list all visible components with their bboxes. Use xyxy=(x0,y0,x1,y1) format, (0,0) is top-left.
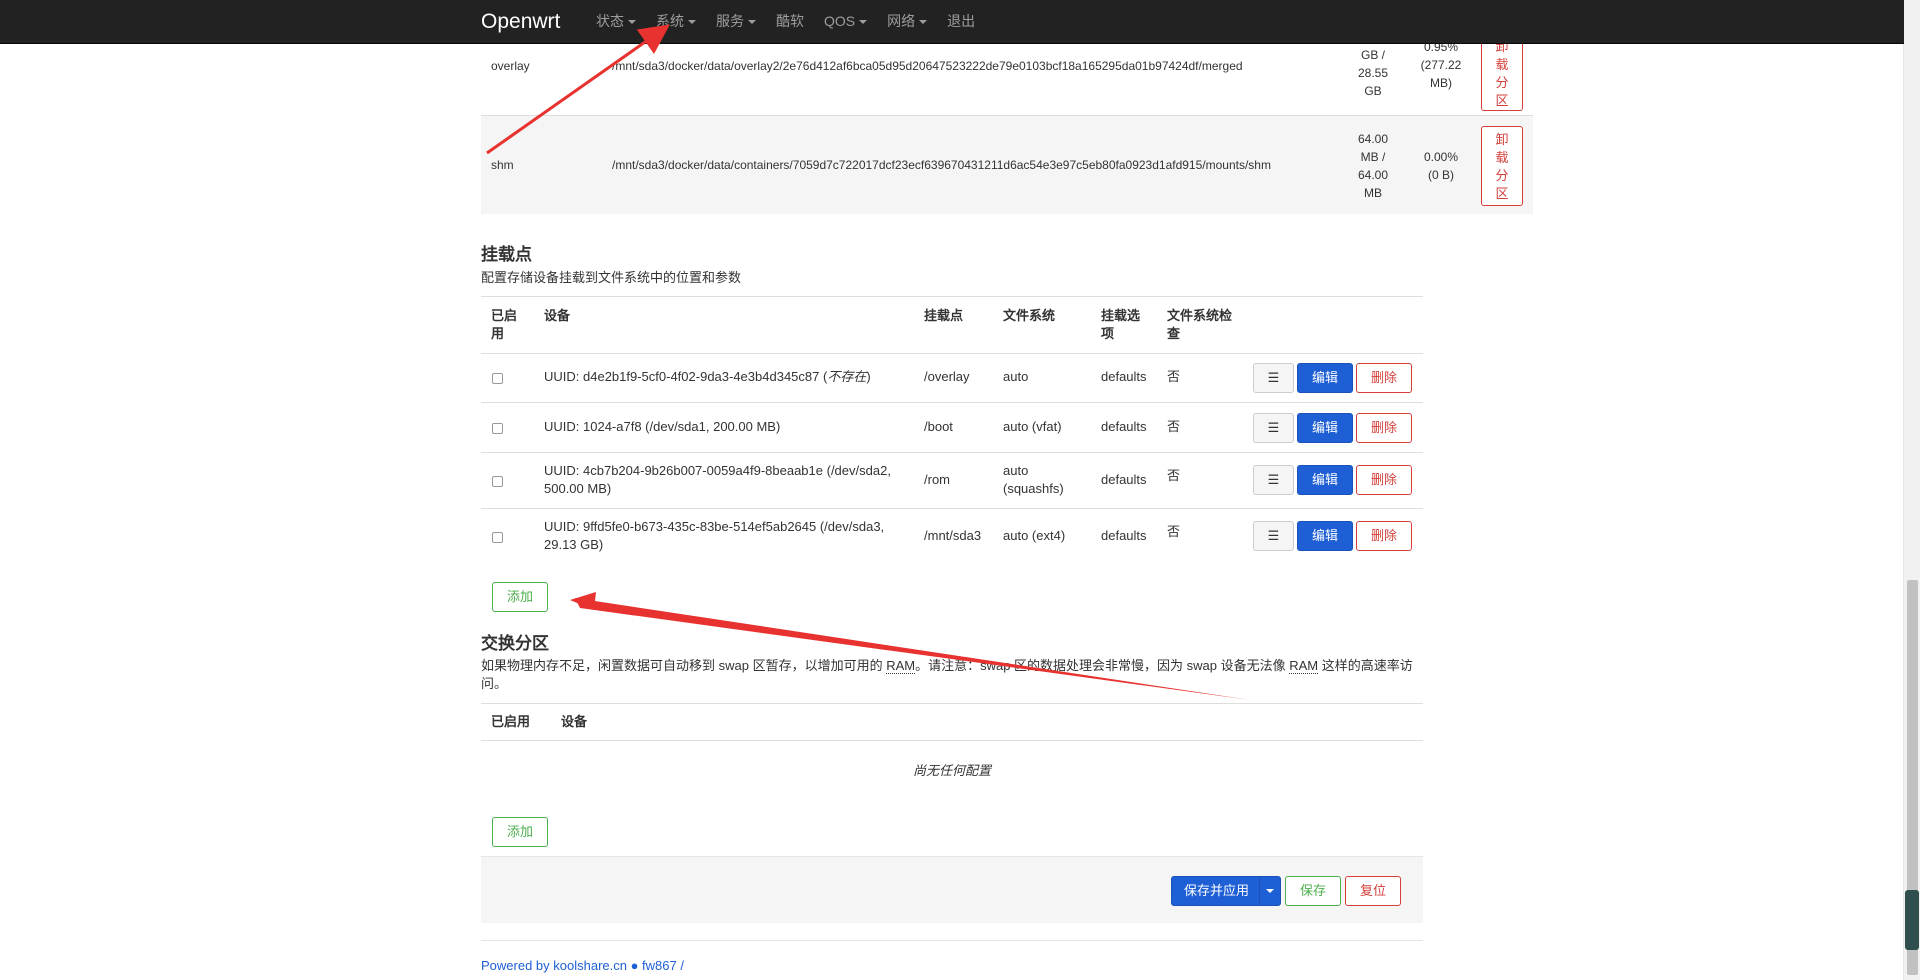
chevron-down-icon xyxy=(688,20,696,25)
enabled-checkbox[interactable] xyxy=(492,423,503,434)
top-navbar: Openwrt 状态 系统 服务 酷软 QOS 网络 退出 xyxy=(0,0,1904,44)
delete-button[interactable]: 删除 xyxy=(1356,363,1412,393)
fsck-cell: 否 xyxy=(1167,369,1181,384)
enabled-checkbox[interactable] xyxy=(492,476,503,487)
unmount-button[interactable]: 卸载分区 xyxy=(1481,126,1523,206)
drag-menu-button[interactable]: ☰ xyxy=(1253,413,1294,443)
header-device: 设备 xyxy=(561,714,588,729)
table-row: UUID: 4cb7b204-9b26b007-0059a4f9-8beaab1… xyxy=(481,453,1423,509)
add-mount-button[interactable]: 添加 xyxy=(492,582,548,612)
form-actions: 保存并应用 保存 复位 xyxy=(481,856,1423,923)
chevron-down-icon xyxy=(919,20,928,25)
edit-button[interactable]: 编辑 xyxy=(1297,465,1353,495)
nav-item-qos[interactable]: QOS xyxy=(814,0,877,43)
fsck-cell: 否 xyxy=(1167,419,1181,434)
divider xyxy=(481,940,1423,941)
empty-placeholder: 尚无任何配置 xyxy=(912,763,991,778)
drag-menu-button[interactable]: ☰ xyxy=(1253,363,1294,393)
options-cell: defaults xyxy=(1101,369,1147,384)
header-enabled: 已启用 xyxy=(491,308,518,341)
save-button[interactable]: 保存 xyxy=(1285,876,1341,906)
unmount-button[interactable]: 卸载分区 xyxy=(1481,33,1523,111)
disk-name: overlay xyxy=(491,59,530,73)
table-row: UUID: 9ffd5fe0-b673-435c-83be-514ef5ab26… xyxy=(481,509,1423,564)
section-title-mount-points: 挂载点 xyxy=(481,245,532,264)
header-filesystem: 文件系统 xyxy=(1003,308,1056,323)
disk-mount-path: /mnt/sda3/docker/data/overlay2/2e76d412a… xyxy=(612,59,1243,73)
drag-menu-button[interactable]: ☰ xyxy=(1253,465,1294,495)
nav-item-services[interactable]: 服务 xyxy=(706,0,766,43)
options-cell: defaults xyxy=(1101,419,1147,434)
chevron-down-icon[interactable] xyxy=(1259,877,1280,905)
disk-size: GB /28.55 GB xyxy=(1357,48,1389,98)
device-cell: UUID: 4cb7b204-9b26b007-0059a4f9-8beaab1… xyxy=(544,463,891,496)
filesystem-cell: auto (ext4) xyxy=(1003,528,1066,543)
chevron-down-icon xyxy=(748,20,756,25)
filesystem-cell: auto (vfat) xyxy=(1003,419,1062,434)
mount-table-header: 已启用 设备 挂载点 文件系统 挂载选项 文件系统检查 xyxy=(481,296,1423,354)
enabled-checkbox[interactable] xyxy=(492,532,503,543)
mountpoint-cell: /mnt/sda3 xyxy=(924,528,982,543)
disk-size: 64.00 MB /64.00 MB xyxy=(1357,132,1389,200)
delete-button[interactable]: 删除 xyxy=(1356,521,1412,551)
disk-mount-path: /mnt/sda3/docker/data/containers/7059d7c… xyxy=(612,158,1271,172)
save-apply-button[interactable]: 保存并应用 xyxy=(1171,876,1281,906)
delete-button[interactable]: 删除 xyxy=(1356,465,1412,495)
disk-row-shm: shm /mnt/sda3/docker/data/containers/705… xyxy=(481,116,1533,214)
nav-item-koolsoft[interactable]: 酷软 xyxy=(766,0,814,43)
disk-name: shm xyxy=(491,158,514,172)
disk-usage: 0.00% (0 B) xyxy=(1423,150,1459,182)
header-options: 挂载选项 xyxy=(1101,308,1141,341)
chevron-down-icon xyxy=(628,20,636,25)
nav-item-system[interactable]: 系统 xyxy=(646,0,706,43)
section-description: 如果物理内存不足，闲置数据可自动移到 swap 区暂存，以增加可用的 RAM。请… xyxy=(481,658,1413,691)
disk-usage: 0.95% (277.22 MB) xyxy=(1420,40,1462,90)
add-swap-button[interactable]: 添加 xyxy=(492,817,548,847)
chevron-down-icon xyxy=(859,20,868,25)
filesystem-cell: auto xyxy=(1003,369,1029,384)
drag-menu-button[interactable]: ☰ xyxy=(1253,521,1294,551)
nav-item-network[interactable]: 网络 xyxy=(877,0,937,43)
header-mountpoint: 挂载点 xyxy=(924,308,964,323)
disk-row-overlay: overlay /mnt/sda3/docker/data/overlay2/2… xyxy=(481,33,1533,116)
nav-item-status[interactable]: 状态 xyxy=(586,0,646,43)
table-row: UUID: d4e2b1f9-5cf0-4f02-9da3-4e3b4d345c… xyxy=(481,353,1423,403)
section-description: 配置存储设备挂载到文件系统中的位置和参数 xyxy=(481,270,742,285)
options-cell: defaults xyxy=(1101,528,1147,543)
header-fsck: 文件系统检查 xyxy=(1167,308,1233,341)
reset-button[interactable]: 复位 xyxy=(1345,876,1401,906)
table-row: UUID: 1024-a7f8 (/dev/sda1, 200.00 MB) /… xyxy=(481,403,1423,453)
enabled-checkbox[interactable] xyxy=(492,373,503,384)
mountpoint-cell: /rom xyxy=(924,472,950,487)
header-enabled: 已启用 xyxy=(491,714,531,729)
header-device: 设备 xyxy=(544,308,571,323)
powered-by-link[interactable]: Powered by koolshare.cn ● fw867 / xyxy=(481,958,684,973)
swap-table-header: 已启用 设备 xyxy=(481,703,1423,741)
brand-logo[interactable]: Openwrt xyxy=(481,10,560,34)
delete-button[interactable]: 删除 xyxy=(1356,413,1412,443)
page-scrollbar[interactable] xyxy=(1903,0,1920,980)
mountpoint-cell: /boot xyxy=(924,419,953,434)
edit-button[interactable]: 编辑 xyxy=(1297,363,1353,393)
nav-item-logout[interactable]: 退出 xyxy=(937,0,985,43)
side-widget xyxy=(1905,890,1919,950)
options-cell: defaults xyxy=(1101,472,1147,487)
fsck-cell: 否 xyxy=(1167,468,1181,483)
arrow-head-add xyxy=(570,592,596,610)
edit-button[interactable]: 编辑 xyxy=(1297,521,1353,551)
fsck-cell: 否 xyxy=(1167,524,1181,539)
device-cell: UUID: 1024-a7f8 (/dev/sda1, 200.00 MB) xyxy=(544,419,781,434)
device-cell: UUID: d4e2b1f9-5cf0-4f02-9da3-4e3b4d345c… xyxy=(544,369,871,384)
edit-button[interactable]: 编辑 xyxy=(1297,413,1353,443)
device-cell: UUID: 9ffd5fe0-b673-435c-83be-514ef5ab26… xyxy=(544,519,885,552)
section-title-swap: 交换分区 xyxy=(481,634,549,653)
filesystem-cell: auto (squashfs) xyxy=(1003,463,1064,496)
mountpoint-cell: /overlay xyxy=(924,369,970,384)
nav-menu: 状态 系统 服务 酷软 QOS 网络 退出 xyxy=(586,0,985,43)
